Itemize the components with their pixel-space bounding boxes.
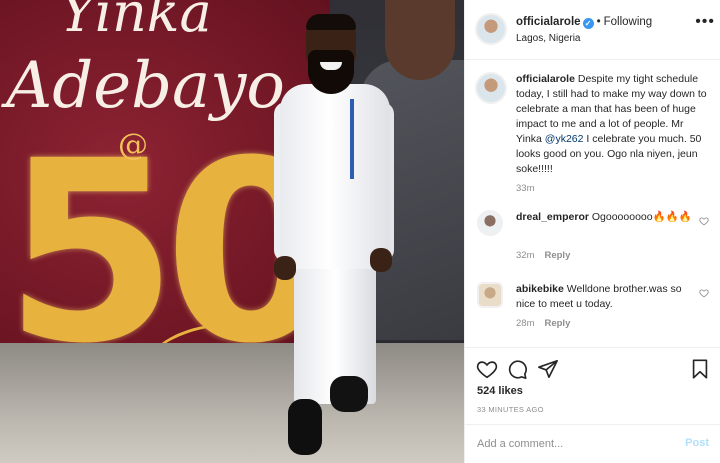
following-button[interactable]: Following (604, 16, 653, 28)
man-beard (308, 50, 354, 94)
username-link[interactable]: officialarole (516, 16, 581, 28)
mention-link[interactable]: @yk262 (545, 133, 584, 145)
comment-text: abikebike Welldone brother.was so nice t… (516, 282, 701, 312)
comment-avatar[interactable] (477, 210, 503, 236)
reply-button[interactable]: Reply (544, 250, 570, 261)
avatar[interactable] (475, 13, 507, 45)
caption-timestamp[interactable]: 33m (516, 183, 534, 194)
man-hand-left (274, 256, 296, 280)
banner-at-sign: @ (118, 128, 148, 163)
comment-input[interactable] (477, 434, 667, 454)
comment-meta: 28m Reply (516, 318, 570, 329)
location-link[interactable]: Lagos, Nigeria (516, 33, 580, 44)
share-send-icon[interactable] (537, 358, 559, 380)
verified-badge-icon: ✓ (582, 18, 594, 29)
comment-like-heart-icon[interactable] (699, 288, 709, 298)
header-user-line: officialarole ✓ • Following (516, 16, 652, 29)
comment-body: Ogoooooooo🔥🔥🔥 (591, 211, 692, 223)
comment-username-link[interactable]: abikebike (516, 283, 564, 295)
post-sidebar: officialarole ✓ • Following Lagos, Nigeria … (464, 0, 720, 463)
post-header: officialarole ✓ • Following Lagos, Nigeria … (465, 0, 720, 60)
shirt-trim (350, 99, 354, 179)
comment-text: dreal_emperor Ogoooooooo🔥🔥🔥 (516, 210, 701, 225)
man-hand-right (370, 248, 392, 272)
separator-dot: • (596, 16, 601, 28)
man-shirt (280, 84, 390, 269)
caption-text: officialarole Despite my tight schedule … (516, 72, 712, 177)
post-timestamp[interactable]: 33 MINUTES AGO (477, 405, 544, 414)
man-figure (272, 14, 402, 459)
comment-timestamp[interactable]: 28m (516, 318, 534, 329)
comment-meta: 32m Reply (516, 250, 570, 261)
banner-name-first: Yinka (60, 0, 212, 44)
man-hair (306, 14, 356, 30)
comment-like-heart-icon[interactable] (699, 216, 709, 226)
man-shoe-left (288, 399, 322, 455)
likes-count[interactable]: 524 likes (477, 385, 523, 397)
add-comment-bar: Post (465, 424, 720, 463)
comment-timestamp[interactable]: 32m (516, 250, 534, 261)
comment-bubble-icon[interactable] (506, 358, 528, 380)
comment-username-link[interactable]: dreal_emperor (516, 211, 589, 223)
comment-avatar[interactable] (477, 282, 503, 308)
post-photo[interactable]: Yinka Adebayo 50 @ (0, 0, 464, 463)
caption-username-link[interactable]: officialarole (516, 73, 575, 85)
caption-avatar[interactable] (475, 72, 507, 104)
man-shoe-right (330, 376, 368, 412)
save-bookmark-icon[interactable] (689, 358, 711, 380)
like-heart-icon[interactable] (476, 358, 498, 380)
post-actions: 524 likes 33 MINUTES AGO (465, 347, 720, 433)
reply-button[interactable]: Reply (544, 318, 570, 329)
post-comment-button[interactable]: Post (685, 437, 709, 449)
more-options-icon[interactable]: ••• (695, 13, 715, 31)
